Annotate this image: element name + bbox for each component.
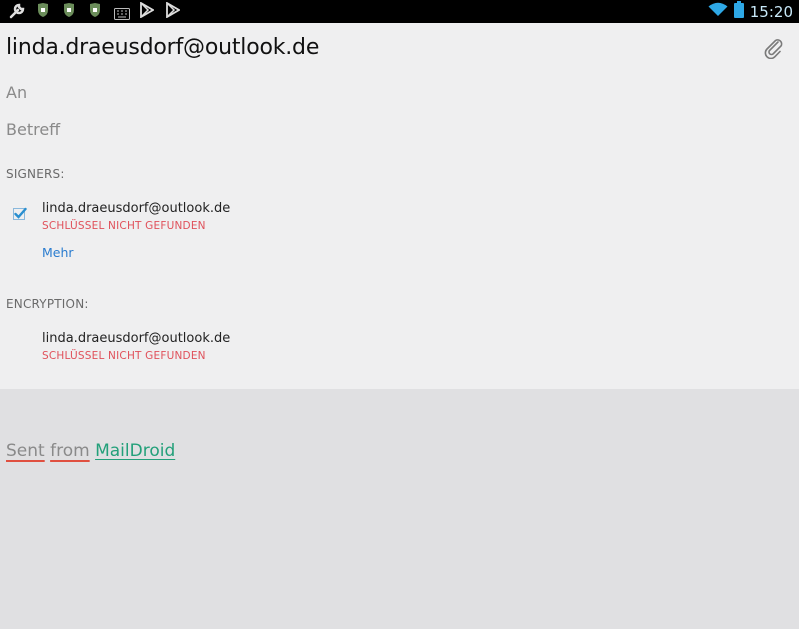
shield-icon — [89, 2, 101, 22]
subject-field[interactable]: Betreff — [6, 120, 60, 139]
shield-icon — [63, 2, 75, 22]
signer-checkbox[interactable] — [13, 206, 27, 220]
signature-sent-word: Sent — [6, 441, 45, 461]
signers-label: SIGNERS: — [6, 167, 65, 181]
wrench-icon — [8, 2, 26, 24]
encryption-email: linda.draeusdorf@outlook.de — [42, 331, 231, 346]
wifi-icon — [708, 2, 728, 21]
clock: 15:20 — [749, 2, 793, 21]
play-store-icon — [166, 1, 181, 22]
to-field[interactable]: An — [6, 83, 27, 102]
encryption-status: SCHLÜSSEL NICHT GEFUNDEN — [42, 350, 206, 362]
status-right: 15:20 — [708, 0, 793, 23]
shield-icon — [37, 2, 49, 22]
play-store-icon — [140, 1, 155, 22]
keyboard-icon — [114, 5, 130, 24]
from-account[interactable]: linda.draeusdorf@outlook.de — [6, 35, 319, 60]
more-link[interactable]: Mehr — [42, 245, 74, 260]
signature-from-word: from — [50, 441, 90, 461]
paperclip-icon[interactable] — [763, 37, 785, 63]
battery-icon — [733, 1, 744, 22]
message-body[interactable]: Sent from MailDroid — [6, 441, 175, 461]
status-bar: 15:20 — [0, 0, 799, 23]
signer-status: SCHLÜSSEL NICHT GEFUNDEN — [42, 220, 206, 232]
maildroid-link[interactable]: MailDroid — [95, 441, 175, 461]
encryption-label: ENCRYPTION: — [6, 297, 89, 311]
compose-header: linda.draeusdorf@outlook.de An Betreff S… — [0, 23, 799, 389]
signer-email: linda.draeusdorf@outlook.de — [42, 201, 231, 216]
